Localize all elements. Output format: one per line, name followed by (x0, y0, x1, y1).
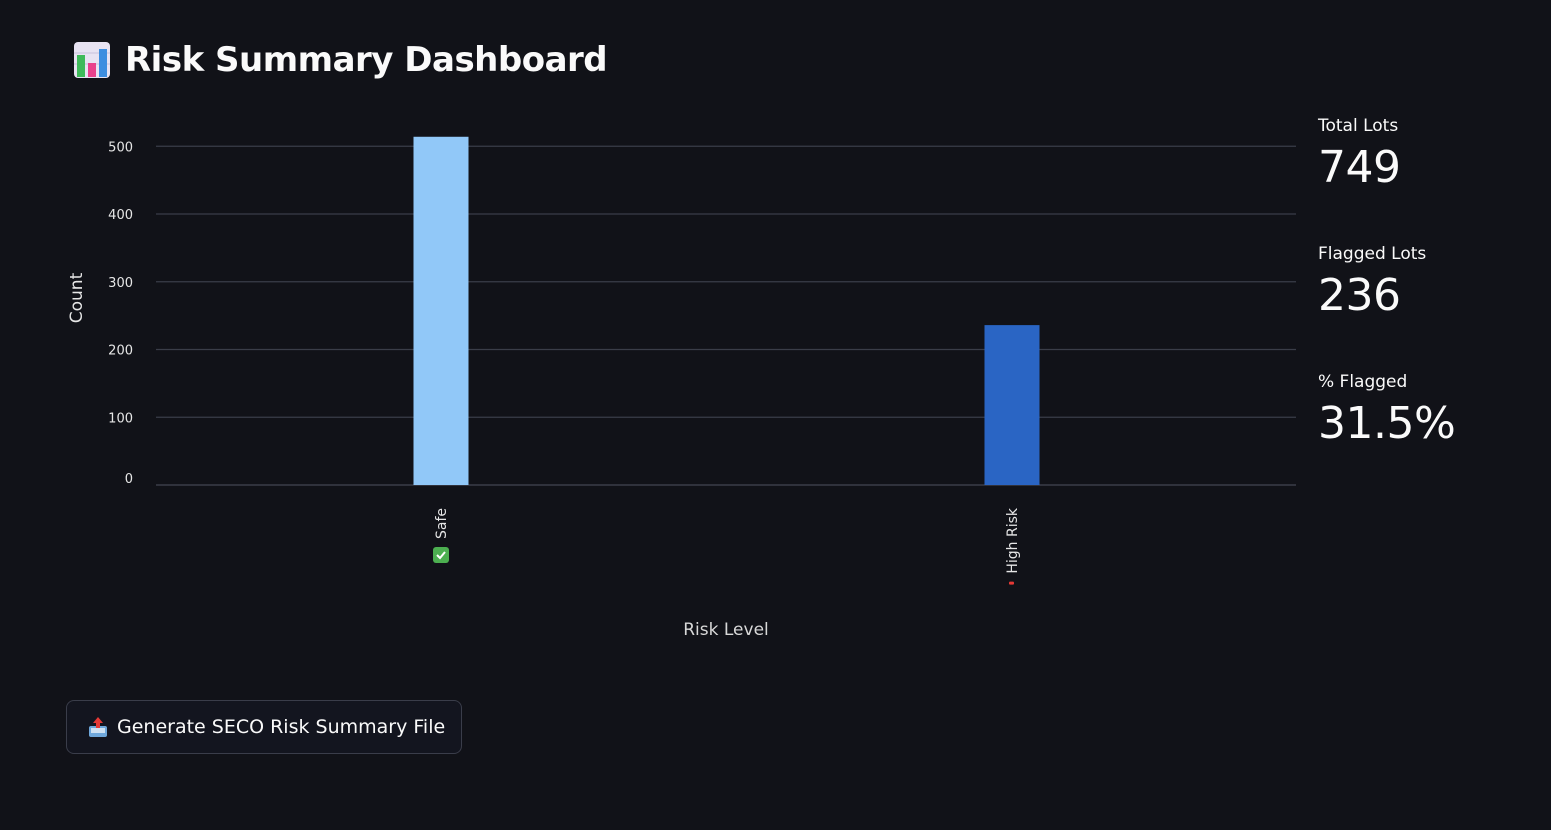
metric-percent-flagged: % Flagged 31.5% (1318, 372, 1538, 497)
bar (413, 136, 469, 485)
x-axis-title: Risk Level (683, 620, 769, 640)
title-row: Risk Summary Dashboard (73, 40, 608, 80)
check-mark-icon (433, 547, 449, 564)
metric-value: 236 (1318, 270, 1401, 321)
x-tick-label: High Risk (1005, 507, 1021, 574)
y-axis-title: Count (67, 272, 87, 323)
risk-bar-chart: 0 100 200 300 400 500 Safe High Risk Risk Level C… (55, 110, 1305, 660)
metric-label: % Flagged (1318, 372, 1408, 392)
y-tick-label: 500 (108, 140, 133, 155)
bar-chart-icon (73, 41, 111, 79)
metric-label: Total Lots (1318, 116, 1399, 136)
chart-svg: 0 100 200 300 400 500 Safe High Risk Risk Level C… (67, 136, 1296, 640)
exclamation-icon (1009, 581, 1014, 585)
metric-value: 749 (1318, 142, 1401, 193)
dashboard-page: Risk Summary Dashboard 0 100 200 300 400 500 S… (0, 0, 1551, 830)
y-tick-label: 100 (108, 411, 133, 426)
metric-label: Flagged Lots (1318, 244, 1427, 264)
generate-button-label: Generate SECO Risk Summary File (117, 716, 446, 738)
y-tick-label: 200 (108, 344, 133, 359)
outbox-tray-icon (87, 716, 109, 738)
bar (984, 325, 1040, 485)
metric-total-lots: Total Lots 749 (1318, 116, 1538, 241)
metrics-panel: Total Lots 749 Flagged Lots 236 % Flagge… (1318, 113, 1538, 497)
y-tick-label: 400 (108, 208, 133, 223)
y-tick-label: 300 (108, 276, 133, 291)
metric-value: 31.5% (1318, 398, 1456, 449)
y-tick-label: 0 (125, 472, 133, 487)
page-title: Risk Summary Dashboard (125, 40, 608, 80)
generate-summary-button[interactable]: Generate SECO Risk Summary File (66, 700, 463, 754)
metric-flagged-lots: Flagged Lots 236 (1318, 244, 1538, 369)
x-tick-label: Safe (434, 508, 450, 539)
